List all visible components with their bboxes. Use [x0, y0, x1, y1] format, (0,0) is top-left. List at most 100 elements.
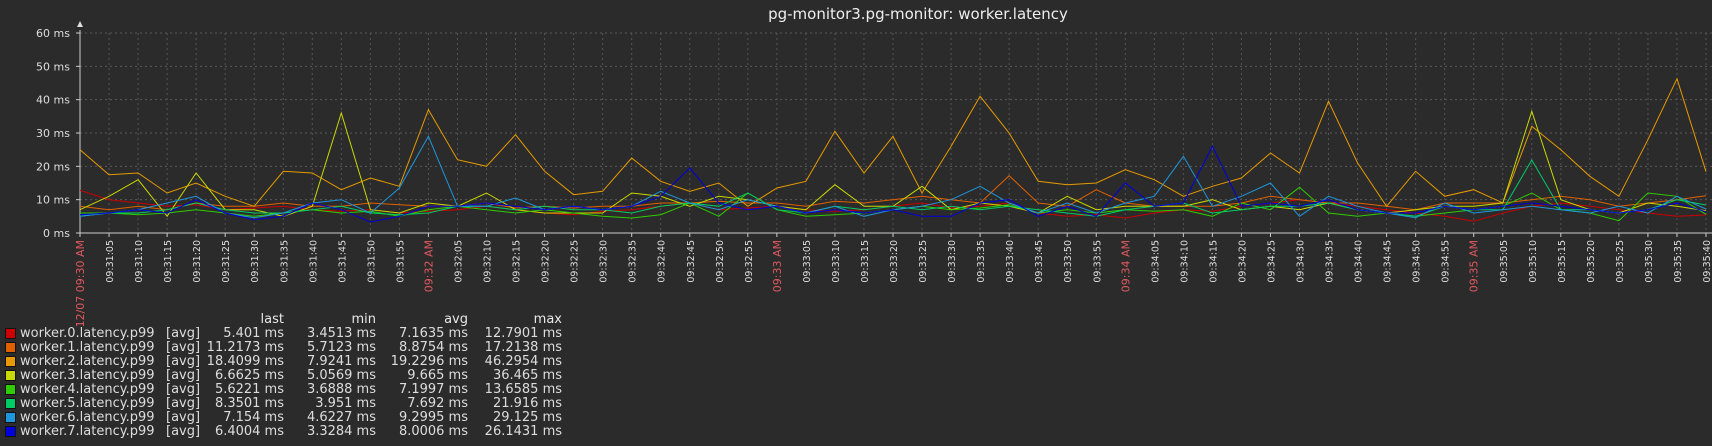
- legend-swatch: [5, 328, 16, 339]
- y-tick-label: 40 ms: [36, 94, 70, 107]
- legend-swatch: [5, 412, 16, 423]
- x-tick-label: 09:34:45: [1383, 240, 1394, 283]
- legend-last: 6.6625 ms: [214, 368, 284, 383]
- legend-avg: 9.2995 ms: [398, 410, 468, 425]
- legend-swatch: [5, 342, 16, 353]
- x-tick-label: 09:31:50: [366, 240, 377, 283]
- x-tick-label: 09:34:30: [1296, 240, 1307, 283]
- x-tick-label: 09:33:25: [918, 240, 929, 283]
- x-tick-label: 09:33:55: [1092, 240, 1103, 283]
- legend-last: 18.4099 ms: [206, 354, 284, 369]
- legend-item[interactable]: worker.2.latency.p99 [avg] 18.4099 ms 7.924…: [4, 354, 604, 369]
- y-tick-label: 30 ms: [36, 127, 70, 140]
- x-tick-label: 09:31:40: [308, 240, 319, 283]
- legend-series-name: worker.4.latency.p99: [20, 382, 155, 397]
- legend-max: 36.465 ms: [492, 368, 562, 383]
- x-tick-label: 09:35:10: [1528, 240, 1539, 283]
- legend-series-name: worker.0.latency.p99: [20, 326, 155, 341]
- legend-swatch: [5, 398, 16, 409]
- x-tick-label: 09:31:05: [105, 240, 116, 283]
- legend-avg: 7.692 ms: [407, 396, 468, 411]
- legend-min: 3.4513 ms: [306, 326, 376, 341]
- legend-min: 3.3284 ms: [306, 424, 376, 439]
- legend-min: 3.951 ms: [315, 396, 376, 411]
- legend-avg: 19.2296 ms: [390, 354, 468, 369]
- x-tick-label: 09:33:20: [889, 240, 900, 283]
- legend-item[interactable]: worker.1.latency.p99 [avg] 11.2173 ms 5.712…: [4, 340, 604, 355]
- x-tick-label: 09:32:50: [715, 240, 726, 283]
- y-tick-label: 10 ms: [36, 194, 70, 207]
- x-tick-label: 09:33:35: [976, 240, 987, 283]
- legend-avg: 7.1635 ms: [398, 326, 468, 341]
- legend-agg: [avg]: [166, 410, 201, 425]
- legend-avg: 7.1997 ms: [398, 382, 468, 397]
- legend-swatch: [5, 426, 16, 437]
- legend-last: 5.6221 ms: [214, 382, 284, 397]
- x-tick-label: 09:35:20: [1586, 240, 1597, 283]
- x-tick-label: 09:33:10: [831, 240, 842, 283]
- x-tick-label: 09:33:15: [860, 240, 871, 283]
- series-line: [79, 77, 1707, 208]
- x-tick-label: 09:34:35: [1325, 240, 1336, 283]
- legend-item[interactable]: worker.3.latency.p99 [avg] 6.6625 ms 5.0569…: [4, 368, 604, 383]
- x-tick-label: 09:32:15: [512, 240, 523, 283]
- legend-max: 29.125 ms: [492, 410, 562, 425]
- legend-max: 46.2954 ms: [484, 354, 562, 369]
- x-tick-label: 09:34:05: [1150, 240, 1161, 283]
- legend-last: 6.4004 ms: [214, 424, 284, 439]
- legend-max: 26.1431 ms: [484, 424, 562, 439]
- chart-title: pg-monitor3.pg-monitor: worker.latency: [768, 5, 1068, 23]
- x-tick-label: 09:31:35: [279, 240, 290, 283]
- legend-series-name: worker.7.latency.p99: [20, 424, 155, 439]
- legend-header-last: last: [260, 312, 284, 327]
- x-tick-label: 09:32:40: [657, 240, 668, 283]
- x-tick-label: 09:35:40: [1702, 240, 1712, 283]
- x-tick-label: 09:32:45: [686, 240, 697, 283]
- x-tick-label: 09:32:25: [570, 240, 581, 283]
- x-tick-label: 09:33:50: [1063, 240, 1074, 283]
- x-tick-label: 09:32:35: [628, 240, 639, 283]
- legend-series-name: worker.3.latency.p99: [20, 368, 155, 383]
- legend-item[interactable]: worker.4.latency.p99 [avg] 5.6221 ms 3.6888…: [4, 382, 604, 397]
- legend-avg: 8.0006 ms: [398, 424, 468, 439]
- y-tick-label: 60 ms: [36, 27, 70, 40]
- x-tick-label: 09:31:45: [337, 240, 348, 283]
- legend-last: 8.3501 ms: [214, 396, 284, 411]
- legend-last: 11.2173 ms: [206, 340, 284, 355]
- x-tick-label: 09:33:40: [1005, 240, 1016, 283]
- legend-series-name: worker.1.latency.p99: [20, 340, 155, 355]
- x-tick-label: 09:34:15: [1208, 240, 1219, 283]
- legend-agg: [avg]: [166, 382, 201, 397]
- legend-item[interactable]: worker.6.latency.p99 [avg] 7.154 ms 4.6227 …: [4, 410, 604, 425]
- legend-header: last min avg max: [4, 312, 604, 327]
- x-tick-label: 09:34 AM: [1119, 240, 1132, 292]
- x-tick-label: 09:34:55: [1441, 240, 1452, 283]
- legend-item[interactable]: worker.5.latency.p99 [avg] 8.3501 ms 3.951 …: [4, 396, 604, 411]
- legend-series-name: worker.2.latency.p99: [20, 354, 155, 369]
- legend-item[interactable]: worker.7.latency.p99 [avg] 6.4004 ms 3.3284…: [4, 424, 604, 439]
- x-tick-label: 09:32:05: [453, 240, 464, 283]
- x-tick-label: 09:32:10: [483, 240, 494, 283]
- x-tick-label: 09:31:20: [192, 240, 203, 283]
- x-tick-label: 09:31:30: [250, 240, 261, 283]
- x-tick-label: 09:33:30: [947, 240, 958, 283]
- legend-agg: [avg]: [166, 354, 201, 369]
- axes: [77, 21, 1712, 236]
- legend-swatch: [5, 384, 16, 395]
- x-tick-label: 09:32:30: [599, 240, 610, 283]
- legend-min: 5.0569 ms: [306, 368, 376, 383]
- legend-item[interactable]: worker.0.latency.p99 [avg] 5.401 ms 3.4513 …: [4, 326, 604, 341]
- x-tick-label: 09:34:50: [1412, 240, 1423, 283]
- x-tick-label: 09:35:15: [1557, 240, 1568, 283]
- y-tick-label: 50 ms: [36, 60, 70, 73]
- legend-last: 5.401 ms: [223, 326, 284, 341]
- x-tick-label: 09:31:25: [221, 240, 232, 283]
- y-tick-label: 0 ms: [43, 227, 70, 240]
- x-tick-label: 09:33 AM: [771, 240, 784, 292]
- legend-agg: [avg]: [166, 340, 201, 355]
- legend-rows: worker.0.latency.p99 [avg] 5.401 ms 3.4513 …: [4, 326, 604, 439]
- legend-max: 13.6585 ms: [484, 382, 562, 397]
- legend-min: 4.6227 ms: [306, 410, 376, 425]
- x-tick-label: 09:34:10: [1179, 240, 1190, 283]
- y-tick-labels: 0 ms 10 ms 20 ms 30 ms 40 ms 50 ms 60 ms: [36, 27, 80, 240]
